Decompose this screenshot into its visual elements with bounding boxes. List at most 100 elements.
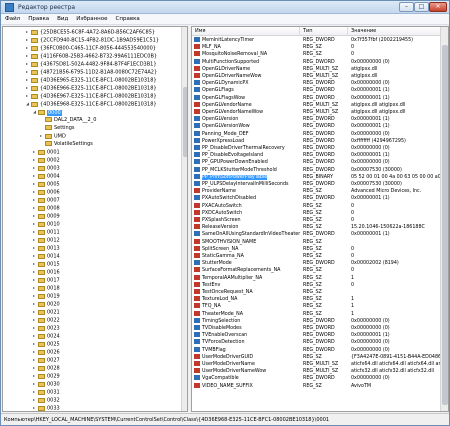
- tree-node[interactable]: ▸ 0027: [33, 356, 60, 364]
- tree-node[interactable]: ▸ 0017: [33, 276, 60, 284]
- column-type-header[interactable]: Тип: [300, 27, 348, 36]
- tree-node[interactable]: ▸ 0002: [33, 156, 60, 164]
- value-row[interactable]: StaticGamma_NA REG_SZ 0: [192, 253, 440, 260]
- tree-node[interactable]: ▸ 0006: [33, 188, 60, 196]
- tree-node[interactable]: ▸ 0029: [33, 372, 60, 380]
- tree-node[interactable]: ▸ 0003: [33, 164, 60, 172]
- tree-node[interactable]: ▸ 0028: [33, 364, 60, 372]
- value-row[interactable]: TVMBFlag REG_DWORD 0x00000000 (0): [192, 346, 440, 354]
- tree-node[interactable]: ▸ 0019: [33, 292, 60, 300]
- tree-node[interactable]: ▸ 0033: [33, 404, 60, 411]
- value-row[interactable]: OpenGLVendorName REG_MULTI_SZ atiglpxx.dll…: [192, 101, 440, 109]
- close-button[interactable]: ✕: [429, 2, 447, 12]
- value-row[interactable]: TVForceDetection REG_DWORD 0x00000000 (0): [192, 339, 440, 346]
- value-row[interactable]: OpenGLVersion REG_DWORD 0x00000001 (1): [192, 116, 440, 123]
- tree-node[interactable]: ▸ 0008: [33, 204, 60, 212]
- value-row[interactable]: MemInitLatencyTimer REG_DWORD 0x7f357fbf (…: [192, 37, 440, 44]
- tree-node[interactable]: ▸ {2CCFD940-BC15-4FB2-81DC-1B9AD59E1C51}: [26, 36, 159, 44]
- tree-node[interactable]: ▸ 0012: [33, 236, 60, 244]
- tree-node[interactable]: ▸ 0020: [33, 300, 60, 308]
- menu-help[interactable]: Справка: [112, 14, 144, 25]
- value-row[interactable]: VIDEO_NAME_SUFFIX REG_SZ AvivoTM: [192, 382, 440, 390]
- tree-node[interactable]: ▸ {4D36E966-E325-11CE-BFC1-08002BE10318}: [26, 84, 157, 92]
- menu-file[interactable]: Файл: [1, 14, 24, 25]
- value-row[interactable]: MosquitoNoiseRemoval_NA REG_SZ 0: [192, 51, 440, 58]
- tree-node[interactable]: ▸ 0031: [33, 388, 60, 396]
- list-vertical-scrollbar[interactable]: [440, 27, 448, 411]
- value-row[interactable]: TimingSelection REG_DWORD 0x00000000 (0): [192, 317, 440, 325]
- value-row[interactable]: OpenGLDriverNameWow REG_MULTI_SZ atiglpxx.…: [192, 73, 440, 80]
- maximize-button[interactable]: □: [414, 2, 429, 12]
- value-row[interactable]: PXAutoSwitchDisabled REG_DWORD 0x00000001 …: [192, 195, 440, 202]
- value-row[interactable]: VgaCompatible REG_DWORD 0x00000000 (0): [192, 375, 440, 382]
- menu-favorites[interactable]: Избранное: [72, 14, 111, 25]
- tree-node[interactable]: ▸ 0026: [33, 348, 60, 356]
- value-row[interactable]: PP_MCLKStutterModeThreshold REG_DWORD 0x00…: [192, 166, 440, 174]
- tree-node[interactable]: ▸ {36FC0B00-C465-11CF-8056-444553540000}: [26, 44, 156, 52]
- tree-node[interactable]: ▸ 0023: [33, 324, 60, 332]
- value-row[interactable]: SplitScreen_NA REG_SZ 0: [192, 245, 440, 253]
- tree-node[interactable]: ▸ 0005: [33, 180, 60, 188]
- tree-node[interactable]: ▸ {4116F60B-25B3-4662-B732-99A6111EDC0B}: [26, 52, 157, 60]
- value-row[interactable]: SameOnAllUsingStandardInVideoTheaterClon…: [192, 231, 440, 238]
- value-row[interactable]: TemporalAAMultiplier_NA REG_SZ 1: [192, 274, 440, 282]
- value-row[interactable]: Panning_Mode_DEF REG_DWORD 0x00000000 (0): [192, 130, 440, 138]
- menu-edit[interactable]: Правка: [24, 14, 53, 25]
- minimize-button[interactable]: –: [399, 2, 414, 12]
- value-row[interactable]: OpenGLDriverName REG_MULTI_SZ atiglpxx.dll: [192, 65, 440, 73]
- value-row[interactable]: TVDisableModes REG_DWORD 0x00000000 (0): [192, 325, 440, 332]
- value-row[interactable]: ReleaseVersion REG_SZ 15.20.1046-150622a-1…: [192, 224, 440, 231]
- value-row[interactable]: PP_DisableEvoltageIsland REG_DWORD 0x00000…: [192, 152, 440, 159]
- value-row[interactable]: UserModeDriverNameWow REG_MULTI_SZ aticfx3…: [192, 368, 440, 375]
- tree-node[interactable]: ▸ 0004: [33, 172, 60, 180]
- column-name-header[interactable]: Имя: [192, 27, 300, 36]
- menu-view[interactable]: Вид: [53, 14, 72, 25]
- values-list-pane[interactable]: Имя Тип Значение MemInitLatencyTimer REG_…: [191, 26, 449, 412]
- value-row[interactable]: OpenGLVendorNameWow REG_MULTI_SZ atiglpxx.…: [192, 109, 440, 116]
- tree-node[interactable]: ▸ {25DBCE55-6C8F-4A72-8A6D-B56C2AF6C85}: [26, 28, 155, 36]
- tree-node[interactable]: ▸ 0016: [33, 268, 60, 276]
- value-row[interactable]: PP_GPUPowerDownEnabled REG_DWORD 0x0000000…: [192, 159, 440, 166]
- tree-node[interactable]: DAL2_DATA__2_0: [40, 116, 96, 124]
- value-row[interactable]: UserModeDriverName REG_MULTI_SZ aticfx64.d…: [192, 361, 440, 368]
- value-row[interactable]: ProviderName REG_SZ Advanced Micro Devices…: [192, 188, 440, 195]
- value-row[interactable]: TFQ_NA REG_SZ 1: [192, 303, 440, 310]
- tree-node[interactable]: ▸ 0021: [33, 308, 60, 316]
- value-row[interactable]: TheaterMode_NA REG_SZ 1: [192, 310, 440, 318]
- value-row[interactable]: TestEnv REG_SZ 0: [192, 281, 440, 289]
- tree-node[interactable]: ▸ {4D36E965-E325-11CE-BFC1-08002BE10318}: [26, 76, 157, 84]
- value-row[interactable]: MultiFunctionSupported REG_DWORD 0x0000000…: [192, 58, 440, 66]
- tree-node[interactable]: VolatileSettings: [40, 140, 93, 148]
- tree-node[interactable]: ▸ 0007: [33, 196, 60, 204]
- tree-node[interactable]: ▸ 0009: [33, 212, 60, 220]
- tree-node[interactable]: ▸ 0001: [33, 148, 60, 156]
- value-row[interactable]: TVEnableOverscan REG_DWORD 0x00000001 (1): [192, 332, 440, 339]
- value-row[interactable]: PXACAutoSwitch REG_SZ 0: [192, 202, 440, 210]
- tree-node[interactable]: ◢ 0000: [33, 108, 62, 116]
- value-row[interactable]: TestOnceRequest_NA REG_SZ: [192, 289, 440, 296]
- value-row[interactable]: PP_PhmSoftPowerPlayTable REG_BINARY 05 52 …: [192, 173, 440, 181]
- value-row[interactable]: PXDCAutoSwitch REG_SZ 0: [192, 209, 440, 217]
- column-value-header[interactable]: Значение: [348, 27, 440, 36]
- value-row[interactable]: TextureLod_NA REG_SZ 1: [192, 296, 440, 303]
- tree-node[interactable]: ▸ 0013: [33, 244, 60, 252]
- value-row[interactable]: OpenGLDynamicPX REG_DWORD 0x00000000 (0): [192, 80, 440, 87]
- tree-node[interactable]: ▸ 0032: [33, 396, 60, 404]
- value-row[interactable]: PP_DisableDriverThermalRecovery REG_DWORD…: [192, 145, 440, 152]
- key-tree-pane[interactable]: ▸ {25DBCE55-6C8F-4A72-8A6D-B56C2AF6C85} ▸{…: [2, 26, 188, 412]
- tree-node[interactable]: ▸ 0030: [33, 380, 60, 388]
- tree-node[interactable]: ▸ 0018: [33, 284, 60, 292]
- tree-node[interactable]: ▸ UMD: [40, 132, 66, 140]
- tree-node[interactable]: ▸ 0024: [33, 332, 60, 340]
- tree-node[interactable]: ▸ 0015: [33, 260, 60, 268]
- tree-node[interactable]: ▸ {43675D81-502A-4482-9F84-B7F4F1ECD3B1}: [26, 60, 157, 68]
- value-row[interactable]: PowerXpressLoad REG_DWORD 0xffffffff (4294…: [192, 137, 440, 145]
- tree-node[interactable]: ▸ {4D36E967-E325-11CE-BFC1-08002BE10318}: [26, 92, 157, 100]
- tree-node[interactable]: ▸ 0025: [33, 340, 60, 348]
- tree-node[interactable]: ◢ {4D36E968-E325-11CE-BFC1-08002BE10318}: [26, 100, 157, 108]
- value-row[interactable]: OpenGLVersionWow REG_DWORD 0x00000001 (1): [192, 123, 440, 130]
- value-row[interactable]: OpenGLFlags REG_DWORD 0x00000001 (1): [192, 87, 440, 94]
- tree-node[interactable]: ▸ 0022: [33, 316, 60, 324]
- value-row[interactable]: StutterMode REG_DWORD 0x00002002 (8194): [192, 260, 440, 267]
- tree-node[interactable]: ▸ 0011: [33, 228, 60, 236]
